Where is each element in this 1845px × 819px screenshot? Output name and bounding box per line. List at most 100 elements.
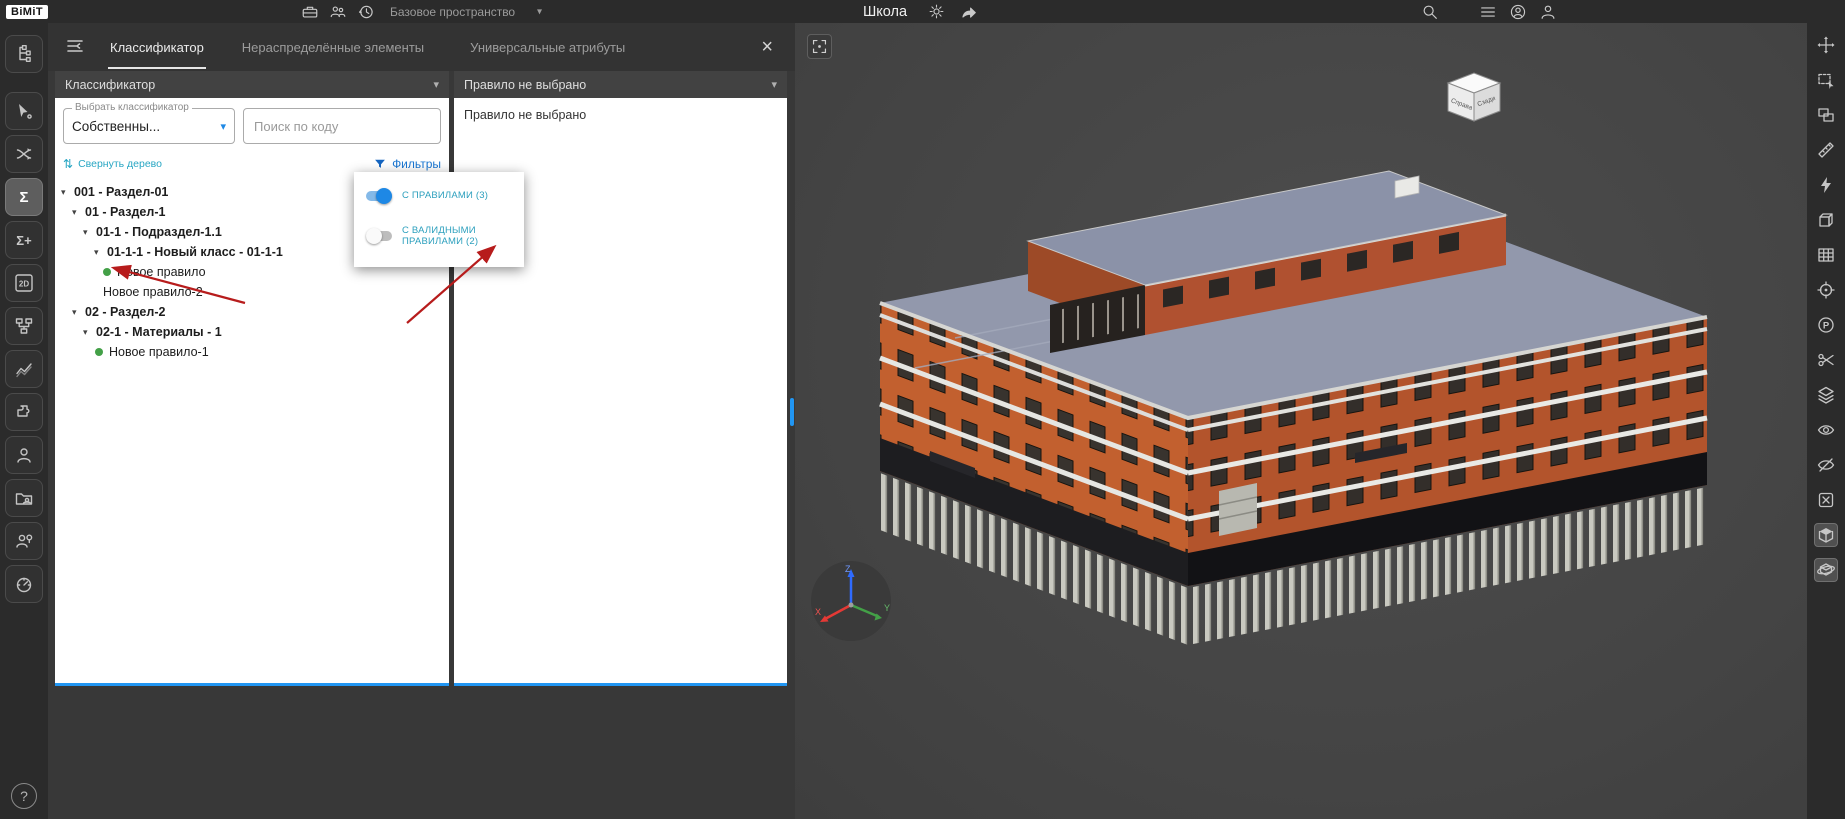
pan-icon [1817,36,1835,54]
view-cube[interactable]: Справа Сзади [1440,63,1510,127]
cursor-icon [19,104,32,119]
team-icon[interactable] [328,2,348,22]
chevron-down-icon[interactable]: ▾ [771,78,777,91]
toolbox-icon[interactable] [300,2,320,22]
orbit-tool[interactable] [1814,558,1838,582]
tool-analytics[interactable] [5,350,43,388]
tab-classifier[interactable]: Классификатор [108,23,206,71]
help-button[interactable]: ? [11,783,37,809]
tab-unassigned-elements[interactable]: Нераспределённые элементы [240,23,426,71]
viewport-3d[interactable]: Справа Сзади Z X Y [795,23,1807,819]
caret-down-icon[interactable]: ▾ [83,227,96,238]
close-icon[interactable]: × [755,36,779,58]
tree-item-label: 02-1 - Материалы - 1 [96,325,222,339]
filter-toggle-valid-rules[interactable]: С ВАЛИДНЫМИ ПРАВИЛАМИ (2) [366,225,512,247]
collapse-arrows-icon: ⇅ [63,157,74,171]
search-icon[interactable] [1420,2,1440,22]
parking-tool[interactable]: P [1814,313,1838,337]
caret-down-icon[interactable]: ▾ [94,247,107,258]
tool-model-structure[interactable] [5,35,43,73]
hide-tool[interactable] [1814,453,1838,477]
toggle-label: С ВАЛИДНЫМИ ПРАВИЛАМИ (2) [402,225,479,247]
panel-menu-icon[interactable] [64,36,86,58]
viewport-canvas[interactable] [795,23,1807,819]
measure-tool[interactable] [1814,138,1838,162]
tool-shared-projects[interactable] [5,479,43,517]
code-search-input[interactable] [243,108,441,144]
person-icon [17,448,31,463]
visibility-tool[interactable] [1814,418,1838,442]
screens-tool[interactable] [1814,103,1838,127]
panel-resize-handle[interactable] [790,398,794,426]
tool-users[interactable] [5,436,43,474]
classifier-select-value: Собственны... [72,118,161,134]
grid-tool[interactable] [1814,243,1838,267]
account-circle-icon[interactable] [1508,2,1528,22]
tool-relations[interactable] [5,135,43,173]
svg-text:2D: 2D [19,280,29,289]
tab-universal-attributes[interactable]: Универсальные атрибуты [468,23,627,71]
user-profile-icon[interactable] [1538,2,1558,22]
horizontal-scrollbar[interactable] [55,683,449,686]
settings-gear-icon[interactable] [926,2,946,22]
tool-scheme[interactable] [5,307,43,345]
horizontal-scrollbar[interactable] [454,683,787,686]
section-cut-tool[interactable] [1814,348,1838,372]
tool-plugins[interactable] [5,393,43,431]
classifier-panel: Классификатор Нераспределённые элементы … [48,23,795,819]
quick-actions-tool[interactable] [1814,173,1838,197]
puzzle-icon [17,405,30,417]
focus-frame-button[interactable] [807,34,832,59]
tool-2d-view[interactable]: 2D [5,264,43,302]
share-icon[interactable] [958,2,978,22]
section-box-tool[interactable] [1814,208,1838,232]
layers-tool[interactable] [1814,383,1838,407]
app-logo[interactable]: BiMiT [6,4,48,19]
classifier-select[interactable]: Выбрать классификатор Собственны... ▾ [63,102,235,144]
rule-empty-text: Правило не выбрано [464,108,587,122]
tool-user-location[interactable] [5,522,43,560]
history-icon[interactable] [356,2,376,22]
menu-list-icon[interactable] [1478,2,1498,22]
ruler-icon [1818,142,1834,158]
tool-classifier-plus[interactable]: Σ+ [5,221,43,259]
tool-dashboard[interactable] [5,565,43,603]
toggle-switch-on[interactable] [366,187,392,204]
org-chart-icon [15,318,33,334]
tree-item[interactable]: ▾ 02-1 - Материалы - 1 [55,322,449,342]
tool-classifier[interactable]: Σ [5,178,43,216]
sigma-plus-icon: Σ+ [16,232,32,248]
filter-funnel-icon [375,159,385,168]
chevron-down-icon[interactable]: ▾ [537,6,542,17]
rule-column-header[interactable]: Правило не выбрано ▾ [454,71,787,98]
parking-icon: P [1818,317,1834,333]
app-window: BiMiT Базовое пространство ▾ Школа Σ Σ+ … [0,0,1845,819]
caret-down-icon[interactable]: ▾ [83,327,96,338]
tree-item[interactable]: ▾ 02 - Раздел-2 [55,302,449,322]
locate-tool[interactable] [1814,278,1838,302]
clear-selection-tool[interactable] [1814,488,1838,512]
select-area-tool[interactable] [1814,68,1838,92]
half-model-tool[interactable] [1814,523,1838,547]
chevron-down-icon[interactable]: ▾ [433,78,439,91]
filters-button[interactable]: Фильтры [373,157,441,171]
classifier-column-header[interactable]: Классификатор ▾ [55,71,449,98]
workspace-selector[interactable]: Базовое пространство [390,5,515,19]
caret-down-icon[interactable]: ▾ [61,187,74,198]
tool-select[interactable] [5,92,43,130]
person-pin-icon [16,534,33,548]
chevron-down-icon[interactable]: ▾ [220,120,226,133]
caret-down-icon[interactable]: ▾ [72,307,85,318]
toggle-switch-off[interactable] [366,228,392,244]
axis-gizmo[interactable]: Z X Y [809,559,893,643]
pan-tool[interactable] [1814,33,1838,57]
filter-toggle-with-rules[interactable]: С ПРАВИЛАМИ (3) [366,187,512,204]
clear-box-icon [1818,492,1834,508]
gizmo-y-label: Y [884,603,890,613]
collapse-tree-button[interactable]: ⇅ Свернуть дерево [63,157,162,171]
section-box-icon [1819,213,1833,227]
tree-item-rule[interactable]: Новое правило-2 [55,282,449,302]
tree-item-rule[interactable]: Новое правило-1 [55,342,449,362]
right-toolbar: P [1807,23,1845,819]
caret-down-icon[interactable]: ▾ [72,207,85,218]
